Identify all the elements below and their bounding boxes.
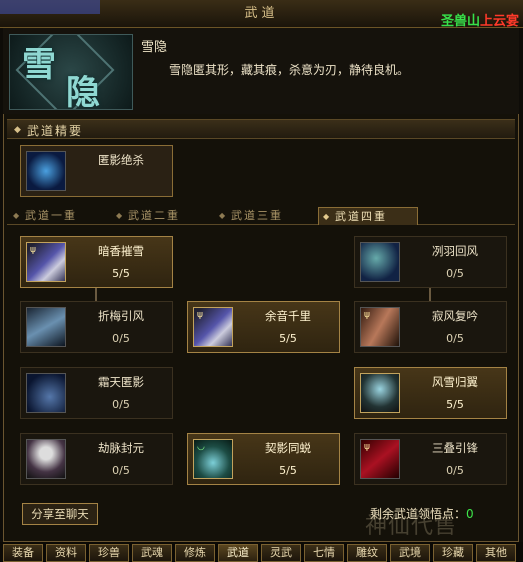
skill-node-points: 5/5 xyxy=(112,267,130,280)
tier-mark-icon: ψ xyxy=(364,310,370,320)
bottom-tab-active[interactable]: 武道 xyxy=(218,544,258,562)
emblem-char-2: 隐 xyxy=(66,73,100,110)
skill-description: 雪隐匿其形，藏其痕，杀意为刃，静待良机。 xyxy=(169,63,410,77)
skill-node-name: 余音千里 xyxy=(265,309,311,323)
tab-tier-4[interactable]: ◆ 武道四重 xyxy=(318,207,418,225)
snow-wing-icon xyxy=(360,373,400,413)
skill-node[interactable]: 折梅引风 0/5 xyxy=(20,301,173,353)
tree-connector xyxy=(429,288,431,301)
bottom-tab[interactable]: 资料 xyxy=(46,544,86,562)
scene-suffix: 上云宴 xyxy=(479,14,519,29)
scene-name: 圣兽山上云宴 xyxy=(441,10,519,29)
feature-skill-name: 匿影绝杀 xyxy=(98,153,144,167)
skill-emblem-icon: 雪 隐 xyxy=(9,34,133,110)
tab-bullet-icon: ◆ xyxy=(116,211,125,220)
tab-bullet-icon: ◆ xyxy=(13,211,22,220)
skill-node[interactable]: ψ 余音千里 5/5 xyxy=(187,301,340,353)
bottom-tab[interactable]: 其他 xyxy=(476,544,516,562)
bottom-tab[interactable]: 修炼 xyxy=(175,544,215,562)
tab-label: 武道三重 xyxy=(231,209,283,222)
skill-node-name: 折梅引风 xyxy=(98,309,144,323)
share-to-chat-button[interactable]: 分享至聊天 xyxy=(22,503,98,525)
tab-label: 武道四重 xyxy=(335,210,387,223)
skill-node[interactable]: ψ 寂风复吟 0/5 xyxy=(354,301,507,353)
skill-node[interactable]: 霜天匿影 0/5 xyxy=(20,367,173,419)
tab-tier-2[interactable]: ◆ 武道二重 xyxy=(112,207,212,225)
skill-node-points: 0/5 xyxy=(446,464,464,477)
shadow-strike-icon xyxy=(26,151,66,191)
skill-node-points: 0/5 xyxy=(112,464,130,477)
skill-node-name: 暗香摧雪 xyxy=(98,244,144,258)
tree-connector xyxy=(95,288,97,301)
skill-node-name: 冽羽回风 xyxy=(432,244,478,258)
tab-bullet-icon: ◆ xyxy=(323,212,332,221)
skill-node[interactable]: 劫脉封元 0/5 xyxy=(20,433,173,485)
scene-prefix: 圣兽山 xyxy=(440,14,480,29)
title-bar: 武道 圣兽山上云宴 xyxy=(0,0,523,29)
bottom-tab[interactable]: 雕纹 xyxy=(347,544,387,562)
essentials-header: ◆ 武道精要 xyxy=(7,119,515,139)
skill-node-name: 寂风复吟 xyxy=(432,309,478,323)
skill-node-points: 5/5 xyxy=(446,398,464,411)
diamond-bullet-icon: ◆ xyxy=(14,125,21,135)
tab-bullet-icon: ◆ xyxy=(219,211,228,220)
remaining-points-label: 剩余武道领悟点： xyxy=(370,507,467,521)
tier-mark-icon: ψ xyxy=(197,310,203,320)
shadow-molt-icon: ◡ xyxy=(193,439,233,479)
bottom-tab-bar: 装备 资料 珍兽 武魂 修炼 武道 灵武 七情 雕纹 武境 珍藏 其他 xyxy=(0,542,523,562)
skill-header: 雪 隐 雪隐 雪隐匿其形，藏其痕，杀意为刃，静待良机。 xyxy=(3,28,519,114)
skill-node-points: 0/5 xyxy=(446,332,464,345)
skill-node-points: 0/5 xyxy=(446,267,464,280)
tab-tier-3[interactable]: ◆ 武道三重 xyxy=(215,207,315,225)
skill-node[interactable]: ψ 暗香摧雪 5/5 xyxy=(20,236,173,288)
skill-node-name: 三叠引锋 xyxy=(432,441,478,455)
tier-mark-icon: ψ xyxy=(364,442,370,452)
sealed-pulse-icon xyxy=(26,439,66,479)
skill-node[interactable]: 风雪归翼 5/5 xyxy=(354,367,507,419)
bottom-tab[interactable]: 珍藏 xyxy=(433,544,473,562)
bottom-tab[interactable]: 七情 xyxy=(304,544,344,562)
bottom-tab[interactable]: 灵武 xyxy=(261,544,301,562)
skill-node[interactable]: 冽羽回风 0/5 xyxy=(354,236,507,288)
triple-edge-icon: ψ xyxy=(360,439,400,479)
tier-mark-icon: ◡ xyxy=(197,442,205,452)
feather-wind-icon xyxy=(360,242,400,282)
feature-skill-card[interactable]: 匿影绝杀 xyxy=(20,145,173,197)
bottom-tab[interactable]: 武魂 xyxy=(132,544,172,562)
frost-shadow-icon xyxy=(26,373,66,413)
silent-wind-icon: ψ xyxy=(360,307,400,347)
tab-tier-1[interactable]: ◆ 武道一重 xyxy=(9,207,109,225)
remaining-points-value: 0 xyxy=(466,507,474,521)
skill-node-name: 劫脉封元 xyxy=(98,441,144,455)
skill-node-name: 风雪归翼 xyxy=(432,375,478,389)
skill-node-points: 5/5 xyxy=(279,332,297,345)
remaining-points: 剩余武道领悟点：0 xyxy=(370,505,474,522)
sword-icon: ψ xyxy=(26,242,66,282)
essentials-title: 武道精要 xyxy=(27,124,84,138)
skill-node-points: 0/5 xyxy=(112,398,130,411)
skill-name: 雪隐 xyxy=(141,40,168,55)
tier-mark-icon: ψ xyxy=(30,245,36,255)
skill-node[interactable]: ◡ 契影同蜕 5/5 xyxy=(187,433,340,485)
bottom-tab[interactable]: 武境 xyxy=(390,544,430,562)
echo-blade-icon: ψ xyxy=(193,307,233,347)
tab-label: 武道二重 xyxy=(128,209,180,222)
plum-blade-icon xyxy=(26,307,66,347)
skill-node-name: 契影同蜕 xyxy=(265,441,311,455)
skill-node[interactable]: ψ 三叠引锋 0/5 xyxy=(354,433,507,485)
skill-node-points: 5/5 xyxy=(279,464,297,477)
tab-label: 武道一重 xyxy=(25,209,77,222)
bottom-tab[interactable]: 装备 xyxy=(3,544,43,562)
bottom-tab[interactable]: 珍兽 xyxy=(89,544,129,562)
tier-tabs: ◆ 武道一重 ◆ 武道二重 ◆ 武道三重 ◆ 武道四重 xyxy=(7,207,515,225)
skill-node-points: 0/5 xyxy=(112,332,130,345)
skill-tree: ψ 暗香摧雪 5/5 冽羽回风 0/5 折梅引风 0/5 ψ 余音千里 5/5 … xyxy=(7,226,515,496)
skill-node-name: 霜天匿影 xyxy=(98,375,144,389)
emblem-char-1: 雪 xyxy=(22,45,56,85)
